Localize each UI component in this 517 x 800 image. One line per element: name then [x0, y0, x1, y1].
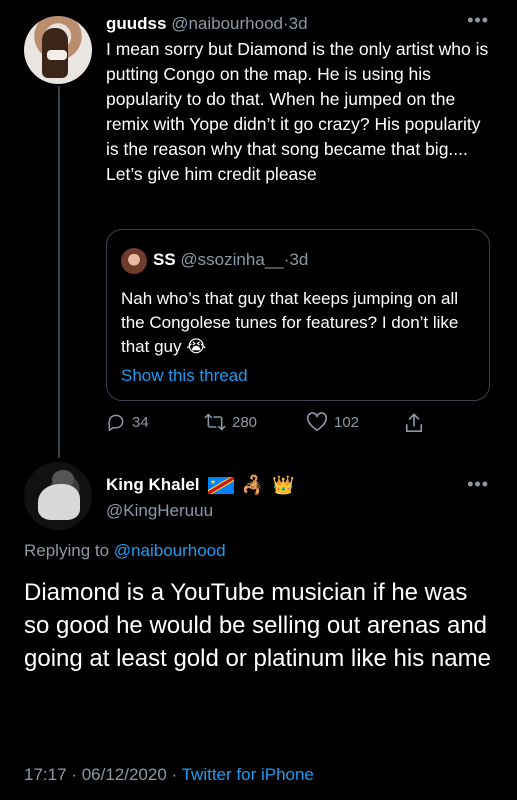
more-options-icon[interactable]: •••	[467, 11, 489, 29]
replying-to-link[interactable]: @naibourhood	[114, 541, 226, 560]
display-name[interactable]: guudss	[106, 14, 166, 33]
thread-connector-line	[58, 86, 60, 458]
tweet-text: Diamond is a YouTube musician if he was …	[24, 579, 491, 672]
tweet-header: King Khalel 🦂 👑	[106, 474, 294, 496]
retweet-count: 280	[232, 413, 258, 431]
quote-timestamp: 3d	[289, 250, 309, 269]
handle[interactable]: @KingHeruuu	[106, 501, 213, 521]
quote-display-name: SS	[153, 250, 176, 269]
drc-flag-icon	[207, 476, 234, 494]
tweet-meta: 17:17 · 06/12/2020 · Twitter for iPhone	[24, 765, 314, 785]
display-name[interactable]: King Khalel	[106, 474, 200, 496]
like-count: 102	[334, 413, 360, 431]
share-icon	[405, 413, 423, 432]
crown-icon: 👑	[271, 475, 295, 495]
quoted-tweet[interactable]: SS @ssozinha__·3d Nah who’s that guy tha…	[106, 229, 490, 401]
quote-text: Nah who’s that guy that keeps jumping on…	[121, 289, 459, 356]
replying-prefix: Replying to	[24, 541, 110, 560]
tweet-date: 06/12/2020	[81, 765, 167, 784]
quote-avatar	[121, 248, 147, 274]
show-thread-link[interactable]: Show this thread	[121, 366, 248, 386]
avatar[interactable]	[24, 16, 92, 84]
quote-handle: @ssozinha__	[180, 250, 284, 269]
tweet-header: guudss @naibourhood·3d	[106, 13, 308, 35]
tweet-time: 17:17	[24, 765, 67, 784]
scorpion-icon: 🦂	[241, 475, 264, 495]
retweet-icon	[204, 413, 226, 431]
timestamp[interactable]: 3d	[289, 14, 308, 33]
handle[interactable]: @naibourhood	[171, 14, 283, 33]
reply-button[interactable]: 34	[106, 412, 149, 432]
heart-icon	[306, 412, 328, 431]
replying-to: Replying to @naibourhood	[24, 541, 226, 561]
share-button[interactable]	[404, 412, 424, 434]
meta-separator: ·	[71, 765, 77, 784]
avatar[interactable]	[24, 462, 92, 530]
avatar-figure-body	[38, 484, 80, 520]
tweet-actions: 34 280 102	[106, 412, 496, 440]
quote-header: SS @ssozinha__·3d	[153, 249, 308, 271]
reply-count: 34	[132, 413, 149, 431]
like-button[interactable]: 102	[306, 412, 359, 432]
source-link[interactable]: Twitter for iPhone	[182, 765, 314, 784]
meta-separator: ·	[171, 765, 178, 784]
avatar-figure-detail	[47, 50, 67, 60]
reply-icon	[108, 414, 124, 432]
retweet-button[interactable]: 280	[204, 412, 257, 432]
more-options-icon[interactable]: •••	[467, 475, 489, 493]
tweet-text: I mean sorry but Diamond is the only art…	[106, 39, 489, 184]
